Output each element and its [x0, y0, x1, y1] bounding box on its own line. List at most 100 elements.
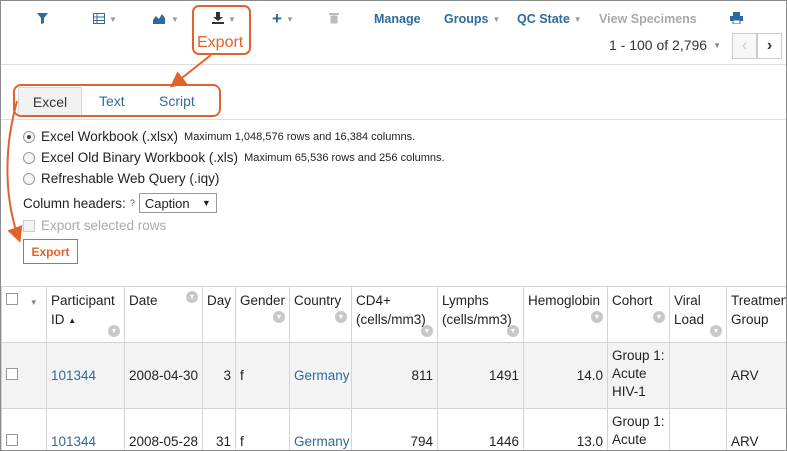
lymphs-cell: 1446: [437, 408, 524, 450]
col-gender[interactable]: Gender ▼: [235, 286, 290, 343]
table-row: 101344 2008-05-28 31 f Germany 794 1446 …: [1, 408, 786, 450]
viral-load-cell: [669, 342, 727, 409]
col-treatment-group[interactable]: Treatment Group: [726, 286, 787, 343]
col-label-l1: Treatment: [731, 293, 787, 308]
select-all-header: ▼: [1, 286, 47, 343]
day-cell: 31: [202, 408, 236, 450]
col-label-l2: ID: [51, 312, 65, 327]
chart-icon: [153, 12, 167, 27]
col-label-l1: CD4+: [356, 293, 391, 308]
qc-state-menu[interactable]: QC State ▼: [517, 9, 582, 29]
pagination-menu[interactable]: 1 - 100 of 2,796 ▼: [609, 37, 721, 53]
hemoglobin-cell: 13.0: [523, 408, 608, 450]
insert-button[interactable]: + ▼: [272, 9, 294, 29]
option-xls[interactable]: Excel Old Binary Workbook (.xls) Maximum…: [23, 150, 445, 165]
view-specimens-button[interactable]: View Specimens: [599, 9, 697, 29]
column-menu-icon[interactable]: ▼: [108, 325, 120, 337]
col-cohort[interactable]: Cohort ▼: [607, 286, 670, 343]
cd4-cell: 811: [351, 342, 438, 409]
data-grid: ▼ Participant ID ▲ ▼ Date ▼ Day Gender ▼: [1, 286, 787, 450]
grid-view-button[interactable]: ▼: [93, 9, 117, 29]
radio-xls[interactable]: [23, 151, 35, 164]
chevron-down-icon: ▼: [713, 40, 721, 50]
delete-icon: [329, 12, 339, 27]
col-day[interactable]: Day: [202, 286, 236, 343]
chevron-left-icon: ‹: [741, 37, 748, 54]
option-iqy[interactable]: Refreshable Web Query (.iqy): [23, 171, 219, 186]
option-xlsx[interactable]: Excel Workbook (.xlsx) Maximum 1,048,576…: [23, 129, 415, 144]
column-menu-icon[interactable]: ▼: [273, 311, 285, 323]
chevron-down-icon: ▼: [492, 14, 501, 24]
cohort-cell: Group 1: Acute HIV-1: [607, 342, 670, 409]
option-xlsx-note: Maximum 1,048,576 rows and 16,384 column…: [184, 130, 416, 143]
manage-button[interactable]: Manage: [374, 9, 421, 29]
next-page-button[interactable]: ›: [757, 33, 782, 59]
delete-button[interactable]: [329, 9, 339, 29]
option-xls-note: Maximum 65,536 rows and 256 columns.: [244, 151, 445, 164]
pager-text: 1 - 100 of 2,796: [609, 37, 708, 53]
col-label-l2: Group: [731, 312, 769, 327]
filter-icon: [37, 12, 48, 27]
select-all-checkbox[interactable]: [6, 293, 18, 305]
grid-view-icon: [93, 12, 105, 27]
column-headers-label: Column headers:: [23, 195, 126, 211]
tabs-highlight-box: [13, 84, 221, 117]
column-headers-row: Column headers: ? Caption ▼: [23, 193, 217, 213]
column-menu-icon[interactable]: ▼: [653, 311, 665, 323]
column-menu-icon[interactable]: ▼: [507, 325, 519, 337]
radio-iqy[interactable]: [23, 172, 35, 185]
participant-id-link[interactable]: 101344: [46, 408, 125, 450]
chevron-down-icon: ▼: [109, 14, 117, 24]
radio-xlsx[interactable]: [23, 130, 35, 143]
date-cell: 2008-04-30: [124, 342, 203, 409]
row-checkbox[interactable]: [6, 434, 18, 446]
col-date[interactable]: Date ▼: [124, 286, 203, 343]
col-lymphs[interactable]: Lymphs (cells/mm3) ▼: [437, 286, 524, 343]
groups-menu[interactable]: Groups ▼: [444, 9, 500, 29]
charts-button[interactable]: ▼: [153, 9, 179, 29]
col-country[interactable]: Country ▼: [289, 286, 352, 343]
col-viral-load[interactable]: Viral Load ▼: [669, 286, 727, 343]
gender-cell: f: [235, 408, 290, 450]
column-headers-select[interactable]: Caption ▼: [138, 193, 217, 213]
help-icon[interactable]: ?: [130, 198, 135, 208]
column-menu-icon[interactable]: ▼: [710, 325, 722, 337]
grid-toolbar: ▼ ▼ ▼ + ▼ Manage Groups ▼ QC State ▼ Vie…: [1, 1, 786, 65]
print-button[interactable]: [730, 9, 743, 29]
treatment-cell: ARV: [726, 408, 786, 450]
chevron-down-icon: ▼: [285, 14, 294, 24]
column-menu-icon[interactable]: ▼: [335, 311, 347, 323]
manage-label: Manage: [374, 12, 421, 26]
column-menu-icon[interactable]: ▼: [591, 311, 603, 323]
row-checkbox[interactable]: [6, 368, 18, 380]
cd4-cell: 794: [351, 408, 438, 450]
sort-ascending-icon: ▲: [68, 315, 77, 325]
option-iqy-label: Refreshable Web Query (.iqy): [41, 171, 220, 186]
previous-page-button[interactable]: ‹: [732, 33, 757, 59]
gender-cell: f: [235, 342, 290, 409]
export-button[interactable]: Export: [23, 239, 78, 264]
col-cd4[interactable]: CD4+ (cells/mm3) ▼: [351, 286, 438, 343]
col-label-l1: Lymphs: [442, 293, 489, 308]
option-xls-label: Excel Old Binary Workbook (.xls): [41, 150, 239, 165]
col-hemoglobin[interactable]: Hemoglobin ▼: [523, 286, 608, 343]
col-label-l1: Viral: [674, 293, 701, 308]
table-row: 101344 2008-04-30 3 f Germany 811 1491 1…: [1, 342, 786, 409]
filter-button[interactable]: [37, 9, 48, 29]
col-label: Day: [207, 293, 232, 308]
export-selected-rows-checkbox[interactable]: [23, 219, 35, 232]
col-participant-id[interactable]: Participant ID ▲ ▼: [46, 286, 125, 343]
country-link[interactable]: Germany: [289, 408, 352, 450]
chevron-right-icon: ›: [766, 37, 773, 54]
row-select-cell: [1, 342, 47, 409]
chevron-down-icon: ▼: [573, 14, 582, 24]
view-specimens-label: View Specimens: [599, 12, 697, 26]
option-xlsx-label: Excel Workbook (.xlsx): [41, 129, 179, 144]
column-menu-icon[interactable]: ▼: [421, 325, 433, 337]
country-link[interactable]: Germany: [289, 342, 352, 409]
chevron-down-icon[interactable]: ▼: [30, 298, 38, 307]
participant-id-link[interactable]: 101344: [46, 342, 125, 409]
cohort-cell: Group 1: Acute: [607, 408, 670, 450]
col-label: Hemoglobin: [528, 293, 601, 308]
column-menu-icon[interactable]: ▼: [186, 291, 198, 303]
